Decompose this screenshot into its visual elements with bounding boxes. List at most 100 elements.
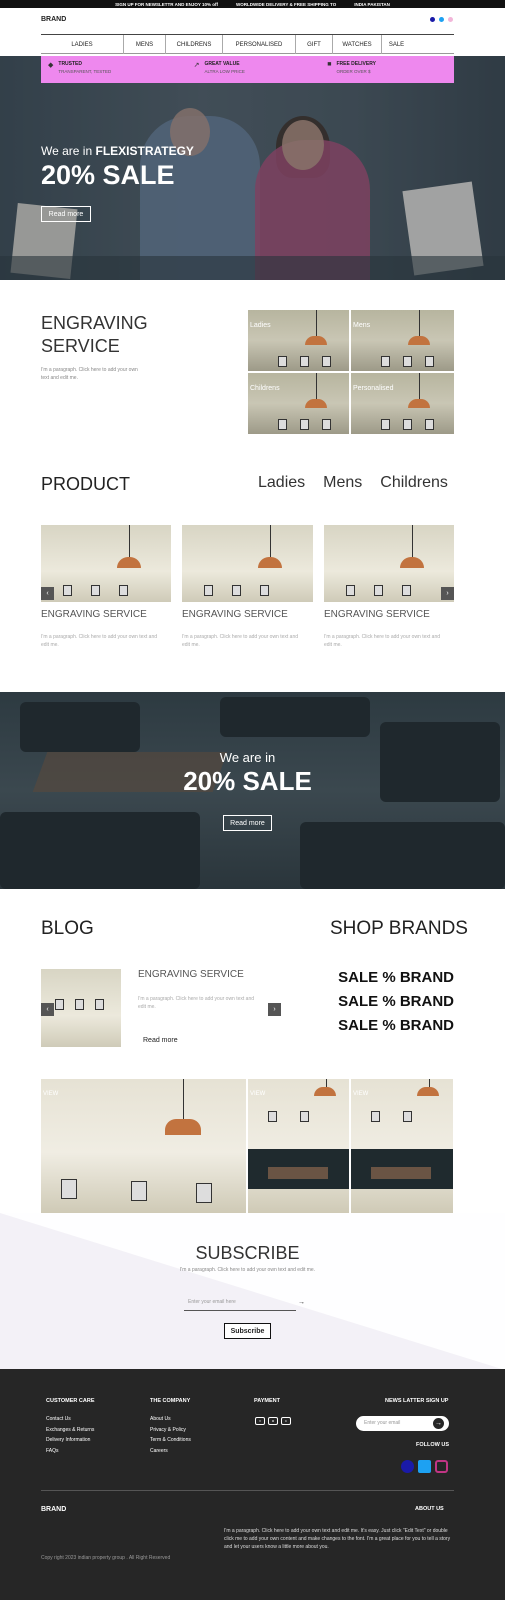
subscribe-button[interactable]: Subscribe: [224, 1323, 271, 1339]
product-card-image[interactable]: [324, 525, 454, 602]
hero-sale-heading: 20% SALE: [41, 160, 175, 190]
banner-photo-chair: [300, 822, 505, 889]
gallery-image[interactable]: VIEW: [351, 1079, 453, 1213]
banner-read-more-button[interactable]: Read more: [223, 815, 272, 831]
footer-heading: PAYMENT: [254, 1398, 280, 1404]
footer-heading: NEWS LATTER SIGN UP: [385, 1398, 449, 1404]
footer-heading: FOLLOW US: [416, 1442, 449, 1448]
footer-link[interactable]: Privacy & Policy: [150, 1425, 191, 1436]
card-generic-icon: C: [281, 1417, 291, 1425]
subscribe-title: SUBSCRIBE: [195, 1243, 300, 1263]
footer-link[interactable]: About Us: [150, 1414, 191, 1425]
hero-we-are: We are in: [41, 144, 93, 158]
twitter-icon[interactable]: [418, 1460, 431, 1473]
nav-item-sale[interactable]: SALE: [381, 35, 411, 54]
blog-next-button[interactable]: ›: [268, 1003, 281, 1016]
gallery-image[interactable]: VIEW: [248, 1079, 349, 1213]
product-card-title[interactable]: ENGRAVING SERVICE: [324, 609, 430, 620]
product-tabs: Ladies Mens Childrens: [258, 474, 448, 492]
promo-strip: ◆ TRUSTED TRANSPARENT, TESTED ↗ GREAT VAL…: [41, 56, 454, 83]
carousel-prev-button[interactable]: ‹: [41, 587, 54, 600]
promo-sub: TRANSPARENT, TESTED: [58, 69, 112, 74]
brand-link[interactable]: SALE % BRAND: [330, 993, 454, 1010]
blog-prev-button[interactable]: ‹: [41, 1003, 54, 1016]
arrow-right-icon[interactable]: →: [298, 1299, 305, 1306]
gallery-view-label: VIEW: [43, 1091, 59, 1097]
product-card-paragraph: I'm a paragraph. Click here to add your …: [41, 634, 158, 648]
footer-link[interactable]: Delivery Information: [46, 1435, 94, 1446]
product-card-image[interactable]: [182, 525, 313, 602]
truck-icon: ■: [327, 61, 332, 68]
gallery-view-label: VIEW: [353, 1091, 369, 1097]
promo-item: ↗ GREAT VALUE ALTRA LOW PRICE: [194, 61, 245, 83]
hero-read-more-button[interactable]: Read more: [41, 206, 91, 222]
blog-read-more-link[interactable]: Read more: [143, 1037, 178, 1044]
banner-photo-chair: [220, 697, 370, 737]
product-title: PRODUCT: [41, 474, 130, 494]
tab-ladies[interactable]: Ladies: [258, 474, 305, 492]
footer-link[interactable]: Exchanges & Returns: [46, 1425, 94, 1436]
gallery-image-large[interactable]: VIEW: [41, 1079, 246, 1213]
footer-heading: CUSTOMER CARE: [46, 1398, 95, 1404]
nav-item-mens[interactable]: MENS: [123, 35, 165, 54]
nav-item-personalised[interactable]: PERSONALISED: [222, 35, 295, 54]
banner-photo-chair: [20, 702, 140, 752]
carousel-next-button[interactable]: ›: [441, 587, 454, 600]
header-social-icons: [430, 17, 453, 22]
promo-title: TRUSTED: [58, 61, 83, 67]
footer-heading: THE COMPANY: [150, 1398, 191, 1404]
tile-label: Mens: [353, 322, 371, 329]
promo-title: GREAT VALUE: [204, 61, 240, 67]
tile-label: Childrens: [250, 385, 280, 392]
about-paragraph: I'm a paragraph. Click here to add your …: [224, 1528, 451, 1550]
chevron-left-icon: ‹: [46, 1006, 49, 1013]
product-card-paragraph: I'm a paragraph. Click here to add your …: [324, 634, 441, 648]
footer-link[interactable]: Contact Us: [46, 1414, 94, 1425]
instagram-icon[interactable]: [435, 1460, 448, 1473]
category-tile-mens[interactable]: Mens: [351, 310, 454, 371]
nav-item-watches[interactable]: WATCHES: [332, 35, 381, 54]
blog-post-title[interactable]: ENGRAVING SERVICE: [138, 969, 244, 980]
category-tile-childrens[interactable]: Childrens: [248, 373, 349, 434]
blog-title: BLOG: [41, 918, 94, 939]
twitter-icon[interactable]: [439, 17, 444, 22]
announcement-text: WORLDWIDE DELIVERY & FREE SHIPPING TO: [236, 1, 337, 7]
nav-item-childrens[interactable]: CHILDRENS: [165, 35, 222, 54]
instagram-icon[interactable]: [448, 17, 453, 22]
promo-item: ◆ TRUSTED TRANSPARENT, TESTED: [48, 61, 111, 83]
page: SIGN UP FOR NEWSLETTR AND ENJOY 10% off …: [0, 0, 505, 1600]
diamond-icon: ◆: [48, 62, 54, 69]
footer-link[interactable]: Careers: [150, 1446, 191, 1457]
product-card-image[interactable]: [41, 525, 171, 602]
facebook-icon[interactable]: [401, 1460, 414, 1473]
brand-link[interactable]: SALE % BRAND: [330, 969, 454, 986]
announcement-text: SIGN UP FOR NEWSLETTR AND ENJOY 10% off: [115, 1, 219, 7]
logo[interactable]: BRAND: [41, 16, 66, 23]
facebook-icon[interactable]: [430, 17, 435, 22]
footer-links-company: About Us Privacy & Policy Term & Conditi…: [150, 1414, 191, 1456]
newsletter-submit-button[interactable]: →: [432, 1417, 445, 1430]
payment-icons: V M C: [255, 1417, 291, 1425]
brand-link[interactable]: SALE % BRAND: [330, 1017, 454, 1034]
banner-sale-heading: 20% SALE: [183, 766, 312, 796]
tab-childrens[interactable]: Childrens: [380, 474, 448, 492]
footer-links-customer-care: Contact Us Exchanges & Returns Delivery …: [46, 1414, 94, 1456]
tile-label: Ladies: [250, 322, 271, 329]
nav-item-gift[interactable]: GIFT: [295, 35, 332, 54]
footer-link[interactable]: Term & Conditions: [150, 1435, 191, 1446]
engraving-title: ENGRAVING SERVICE: [41, 313, 148, 356]
subscribe-email-input[interactable]: Enter your email here: [184, 1295, 296, 1311]
announcement-text: INDIA PAKISTAN: [354, 1, 390, 7]
footer-brand[interactable]: BRAND: [41, 1506, 66, 1513]
gallery-photo-table: [371, 1167, 431, 1179]
product-card-title[interactable]: ENGRAVING SERVICE: [41, 609, 147, 620]
subscribe-paragraph: I'm a paragraph. Click here to add your …: [179, 1267, 316, 1273]
footer-link[interactable]: FAQs: [46, 1446, 94, 1457]
tab-mens[interactable]: Mens: [323, 474, 362, 492]
nav-item-ladies[interactable]: LADIES: [41, 35, 123, 54]
category-tile-ladies[interactable]: Ladies: [248, 310, 349, 371]
product-card-title[interactable]: ENGRAVING SERVICE: [182, 609, 288, 620]
category-tile-personalised[interactable]: Personalised: [351, 373, 454, 434]
chevron-left-icon: ‹: [46, 590, 49, 597]
footer: CUSTOMER CARE Contact Us Exchanges & Ret…: [0, 1369, 505, 1600]
